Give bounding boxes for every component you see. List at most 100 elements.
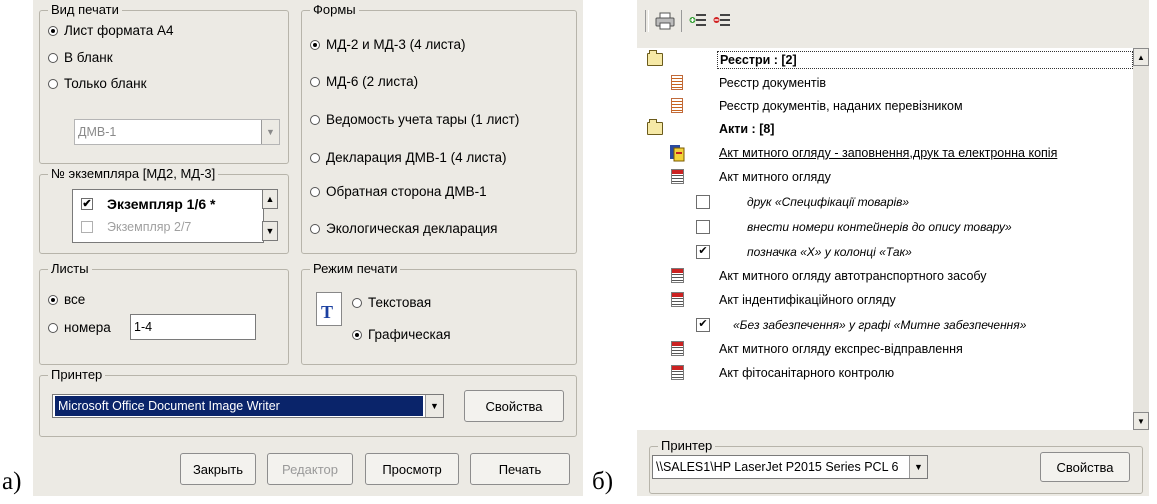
form-radio-dmv1-back[interactable]: Обратная сторона ДМВ-1 <box>310 184 487 199</box>
chevron-down-icon[interactable]: ▼ <box>909 456 927 478</box>
tree-label: Акт фітосанітарного контролю <box>719 365 895 380</box>
radio-label: Декларация ДМВ-1 (4 листа) <box>326 150 507 165</box>
document-tree: Реєстри : [2] Реєстр документів Реєстр д… <box>637 48 1133 430</box>
copy-item-1[interactable]: ✔ Экземпляр 1/6 * <box>81 196 215 212</box>
copy-item-2[interactable]: Экземпляр 2/7 <box>81 220 191 234</box>
tree-option[interactable]: ✔ «Без забезпечення» у графі «Митне забе… <box>637 313 1133 336</box>
tree-label: позначка «Х» у колонці «Так» <box>747 244 912 259</box>
scroll-up-icon[interactable]: ▲ <box>1133 48 1149 66</box>
tree-option[interactable]: друк «Специфікації товарів» <box>637 190 1133 213</box>
tree-item[interactable]: Акт індентифікаційного огляду <box>637 288 1133 311</box>
form-radio-eco[interactable]: Экологическая декларация <box>310 221 497 236</box>
printer-properties-button-a[interactable]: Свойства <box>464 390 564 422</box>
text-mode-icon: T <box>316 292 342 326</box>
tree-item[interactable]: Акт митного огляду - заповнення,друк та … <box>637 141 1133 164</box>
checkbox[interactable] <box>695 218 711 236</box>
form-radio-tare[interactable]: Ведомость учета тары (1 лист) <box>310 112 519 127</box>
form-radio-md2-md3[interactable]: МД-2 и МД-3 (4 листа) <box>310 37 466 52</box>
printer-group-b: Принтер \\SALES1\HP LaserJet P2015 Serie… <box>649 438 1143 494</box>
checkbox[interactable] <box>81 221 93 233</box>
forms-title: Формы <box>310 2 359 18</box>
scroll-down-icon[interactable]: ▼ <box>1133 412 1149 430</box>
tree-item[interactable]: Акт митного огляду автотранспортного зас… <box>637 264 1133 287</box>
print-mode-radio-text[interactable]: Текстовая <box>352 295 431 310</box>
copy-item-label: Экземпляр 2/7 <box>107 220 192 234</box>
scroll-up-icon[interactable]: ▲ <box>262 189 278 209</box>
page-range-value: 1-4 <box>134 320 153 334</box>
tree-label: Акт митного огляду <box>719 169 831 184</box>
print-type-radio-a4[interactable]: Лист формата А4 <box>48 23 174 38</box>
tree-label: внести номери контейнерів до опису товар… <box>747 219 1012 234</box>
scroll-down-icon[interactable]: ▼ <box>262 221 278 241</box>
print-mode-radio-graphic[interactable]: Графическая <box>352 327 451 342</box>
radio-dot <box>310 114 320 125</box>
sheets-radio-numbers[interactable]: номера <box>48 320 111 335</box>
act-package-icon <box>669 144 685 162</box>
tree-option[interactable]: ✔ позначка «Х» у колонці «Так» <box>637 240 1133 263</box>
printer-properties-button-b[interactable]: Свойства <box>1040 452 1130 482</box>
preview-button[interactable]: Просмотр <box>365 453 459 485</box>
print-mode-title: Режим печати <box>310 261 401 277</box>
printer-title: Принтер <box>658 438 716 454</box>
tree-label: друк «Специфікації товарів» <box>747 194 910 209</box>
print-button[interactable]: Печать <box>470 453 570 485</box>
form-radio-md6[interactable]: МД-6 (2 листа) <box>310 74 418 89</box>
tree-item[interactable]: Реєстр документів <box>637 71 1133 94</box>
close-button[interactable]: Закрыть <box>180 453 256 485</box>
radio-dot <box>310 76 320 87</box>
tree-item[interactable]: Акт митного огляду <box>637 165 1133 188</box>
radio-dot <box>310 39 320 50</box>
checkbox[interactable]: ✔ <box>695 243 711 261</box>
page-range-input[interactable]: 1-4 <box>130 314 256 340</box>
tree-label: Акт індентифікаційного огляду <box>719 292 896 307</box>
checkbox[interactable]: ✔ <box>695 316 711 334</box>
print-icon[interactable] <box>655 12 675 30</box>
radio-dot <box>48 52 58 63</box>
tree-label: Реєстри : [2] <box>717 50 1133 69</box>
sheets-group: Листы все номера 1-4 <box>39 261 289 365</box>
tree-scrollbar[interactable]: ▲ ▼ <box>1133 48 1149 430</box>
print-type-radio-only-blank[interactable]: Только бланк <box>48 76 147 91</box>
radio-label: МД-2 и МД-3 (4 листа) <box>326 37 466 52</box>
printer-select-a[interactable]: Microsoft Office Document Image Writer ▼ <box>52 394 444 418</box>
printer-group-a: Принтер Microsoft Office Document Image … <box>39 367 577 437</box>
tree-item[interactable]: Реєстр документів, наданих перевізником <box>637 94 1133 117</box>
combo-value: ДМВ-1 <box>78 125 117 139</box>
expand-icon[interactable] <box>689 12 707 30</box>
radio-label: Лист формата А4 <box>64 23 174 38</box>
radio-label: Экологическая декларация <box>326 221 498 236</box>
copy-list-scrollbar[interactable]: ▲ ▼ <box>262 189 278 241</box>
printer-title: Принтер <box>48 367 106 383</box>
tree-label: Акт митного огляду автотранспортного зас… <box>719 268 987 283</box>
tree-group-registers[interactable]: Реєстри : [2] <box>637 48 1133 71</box>
printer-select-b[interactable]: \\SALES1\HP LaserJet P2015 Series PCL 6 … <box>652 455 928 479</box>
printer-value: \\SALES1\HP LaserJet P2015 Series PCL 6 <box>656 460 899 474</box>
tree-label: Акт митного огляду - заповнення,друк та … <box>719 145 1058 160</box>
print-type-radio-blank[interactable]: В бланк <box>48 50 113 65</box>
chevron-down-icon[interactable]: ▼ <box>425 395 443 417</box>
tree-option[interactable]: внести номери контейнерів до опису товар… <box>637 215 1133 238</box>
tree-item[interactable]: Акт митного огляду експрес-відправлення <box>637 337 1133 360</box>
checkbox[interactable]: ✔ <box>81 198 93 210</box>
collapse-icon[interactable] <box>713 12 731 30</box>
copy-item-label: Экземпляр 1/6 * <box>107 196 216 212</box>
tree-label: Акт митного огляду експрес-відправлення <box>719 341 963 356</box>
checkbox[interactable] <box>695 193 711 211</box>
act-doc-icon <box>669 267 685 285</box>
form-radio-dmv1[interactable]: Декларация ДМВ-1 (4 листа) <box>310 150 507 165</box>
chevron-down-icon[interactable]: ▼ <box>261 120 279 144</box>
blank-type-combo[interactable]: ДМВ-1 ▼ <box>74 119 280 145</box>
folder-icon <box>647 119 663 138</box>
icon-glyph: T <box>321 302 334 322</box>
tree-item[interactable]: Акт фітосанітарного контролю <box>637 361 1133 384</box>
radio-label: Только бланк <box>64 76 147 91</box>
tree-label: Акти : [8] <box>719 121 775 136</box>
sheets-radio-all[interactable]: все <box>48 292 85 307</box>
printer-value: Microsoft Office Document Image Writer <box>55 396 423 416</box>
radio-label: Обратная сторона ДМВ-1 <box>326 184 487 199</box>
radio-label: Графическая <box>368 327 451 342</box>
tree-group-acts[interactable]: Акти : [8] <box>637 117 1133 140</box>
copy-number-title: № экземпляра [МД2, МД-3] <box>48 166 219 182</box>
editor-button[interactable]: Редактор <box>267 453 353 485</box>
radio-dot <box>310 186 320 197</box>
